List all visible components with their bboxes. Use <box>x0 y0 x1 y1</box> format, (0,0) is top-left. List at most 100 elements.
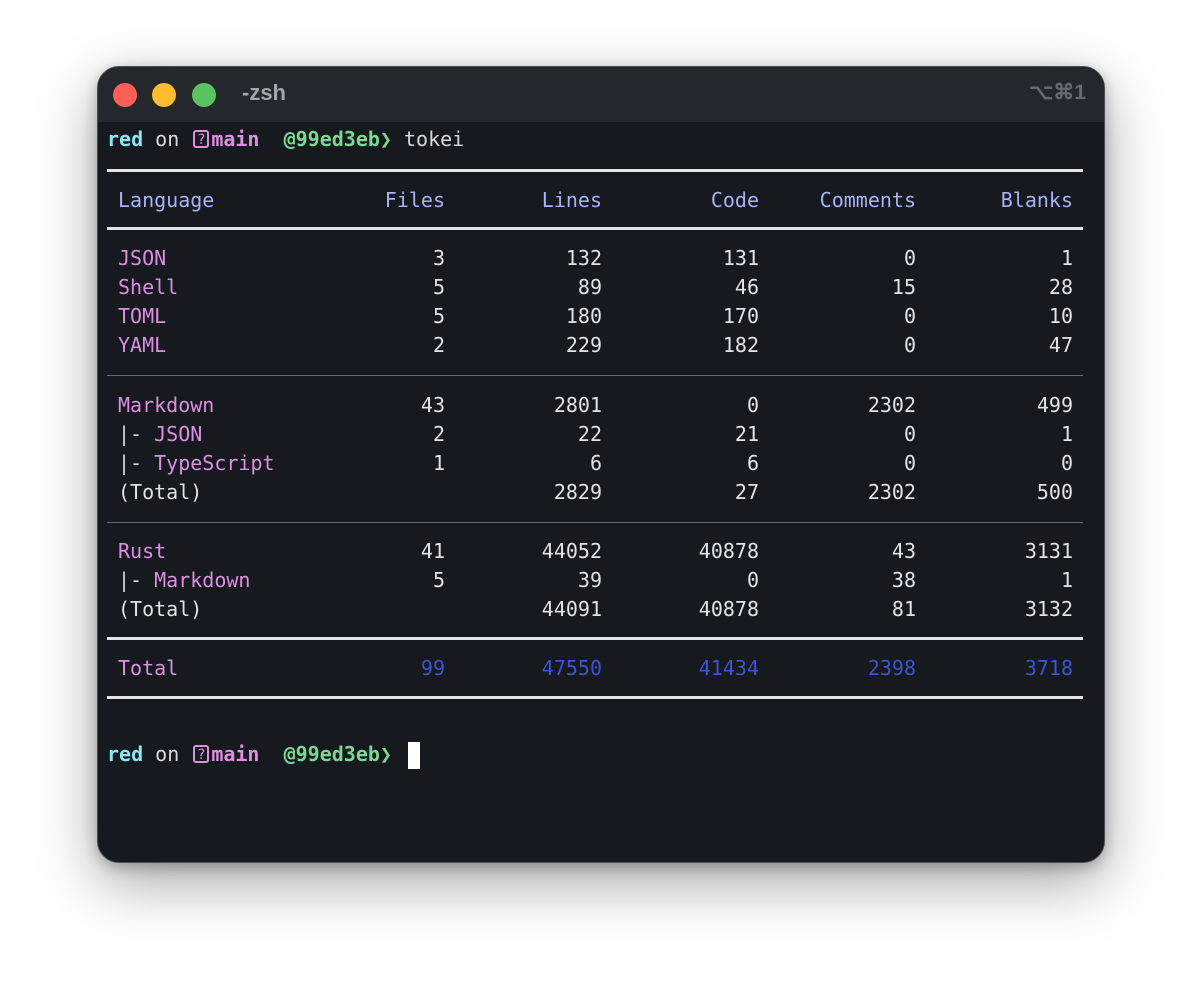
files-value: 2 <box>432 333 445 357</box>
code-value: 40878 <box>698 539 759 563</box>
lines-value: 229 <box>565 333 602 357</box>
language-name: TOML <box>118 304 167 328</box>
group-divider <box>107 375 1083 376</box>
question-box-icon: ? <box>193 129 210 148</box>
total-label: Total <box>118 656 179 680</box>
lines-value: 22 <box>577 422 602 446</box>
table-row: |- Markdown 5 39 0 38 1 <box>98 566 1104 595</box>
lines-value: 2829 <box>553 480 602 504</box>
minimize-window-button[interactable] <box>152 83 176 107</box>
table-row: |- JSON 2 22 21 0 1 <box>98 420 1104 449</box>
table-row: Rust 41 44052 40878 43 3131 <box>98 537 1104 566</box>
total-lines: 47550 <box>541 656 602 680</box>
header-bottom-rule <box>107 227 1083 230</box>
comments-value: 15 <box>891 275 916 299</box>
blanks-value: 1 <box>1060 568 1073 592</box>
blanks-value: 0 <box>1060 451 1073 475</box>
language-cell: Rust <box>118 537 166 566</box>
prompt-arrow-icon: ❯ <box>379 127 392 151</box>
comments-value: 2302 <box>867 480 916 504</box>
table-bottom-rule <box>107 696 1083 699</box>
table-row: JSON 3 132 131 0 1 <box>98 244 1104 273</box>
comments-value: 0 <box>903 422 916 446</box>
files-value: 1 <box>432 451 445 475</box>
prompt-hash: @99ed3eb <box>283 127 380 151</box>
code-value: 27 <box>734 480 759 504</box>
total-blanks: 3718 <box>1024 656 1073 680</box>
window-title: -zsh <box>242 80 286 105</box>
files-value: 5 <box>432 275 445 299</box>
language-cell: |- JSON <box>118 420 202 449</box>
zoom-window-button[interactable] <box>192 83 216 107</box>
code-value: 21 <box>734 422 759 446</box>
code-value: 46 <box>734 275 759 299</box>
code-value: 0 <box>746 568 759 592</box>
table-top-rule <box>107 169 1083 172</box>
prompt-line: red on ? main @99ed3eb❯ tokei <box>107 124 464 154</box>
child-prefix: |- <box>118 451 155 475</box>
language-cell: Markdown <box>118 391 214 420</box>
prompt-arrow-icon: ❯ <box>379 742 392 766</box>
language-name: JSON <box>118 246 167 270</box>
total-top-rule <box>107 637 1083 640</box>
comments-value: 0 <box>903 333 916 357</box>
prompt-line[interactable]: red on ? main @99ed3eb❯ <box>107 739 420 769</box>
table-row: Shell 5 89 46 15 28 <box>98 273 1104 302</box>
terminal-content[interactable]: red on ? main @99ed3eb❯ tokei Language Fi… <box>98 122 1104 862</box>
code-value: 40878 <box>698 597 759 621</box>
table-row: YAML 2 229 182 0 47 <box>98 331 1104 360</box>
language-cell: |- TypeScript <box>118 449 275 478</box>
close-window-button[interactable] <box>113 83 137 107</box>
subtotal-label: (Total) <box>118 597 203 621</box>
files-value: 43 <box>420 393 445 417</box>
language-cell: |- Markdown <box>118 566 250 595</box>
subtotal-row: (Total) 44091 40878 81 3132 <box>98 595 1104 624</box>
language-name: TypeScript <box>154 451 275 475</box>
header-files: Files <box>384 188 445 212</box>
code-value: 0 <box>746 393 759 417</box>
comments-value: 0 <box>903 246 916 270</box>
comments-value: 0 <box>903 304 916 328</box>
blanks-value: 3132 <box>1024 597 1073 621</box>
language-name: YAML <box>118 333 167 357</box>
code-value: 6 <box>746 451 759 475</box>
blanks-value: 1 <box>1060 246 1073 270</box>
comments-value: 38 <box>891 568 916 592</box>
group-divider <box>107 522 1083 523</box>
question-box-icon: ? <box>193 744 210 763</box>
language-name: Markdown <box>118 393 215 417</box>
total-row: Total 99 47550 41434 2398 3718 <box>98 654 1104 683</box>
table-row: TOML 5 180 170 0 10 <box>98 302 1104 331</box>
title-bar: -zsh ⌥⌘1 <box>98 67 1104 122</box>
child-prefix: |- <box>118 422 155 446</box>
files-value: 41 <box>420 539 445 563</box>
comments-value: 2302 <box>867 393 916 417</box>
blanks-value: 3131 <box>1024 539 1073 563</box>
language-name: Shell <box>118 275 179 299</box>
window-shortcut: ⌥⌘1 <box>1029 81 1086 104</box>
total-files: 99 <box>420 656 445 680</box>
child-prefix: |- <box>118 568 155 592</box>
table-row: Markdown 43 2801 0 2302 499 <box>98 391 1104 420</box>
blanks-value: 47 <box>1048 333 1073 357</box>
lines-value: 2801 <box>553 393 602 417</box>
prompt-on: on <box>155 742 180 766</box>
subtotal-row: (Total) 2829 27 2302 500 <box>98 478 1104 507</box>
prompt-branch: main <box>211 127 260 151</box>
language-name: JSON <box>154 422 203 446</box>
blanks-value: 499 <box>1036 393 1073 417</box>
header-comments: Comments <box>819 188 916 212</box>
total-comments: 2398 <box>867 656 916 680</box>
lines-value: 39 <box>577 568 602 592</box>
files-value: 5 <box>432 568 445 592</box>
blanks-value: 1 <box>1060 422 1073 446</box>
terminal-window: -zsh ⌥⌘1 red on ? main @99ed3eb❯ tokei La… <box>97 66 1105 863</box>
prompt-user: red <box>107 127 144 151</box>
subtotal-label: (Total) <box>118 480 203 504</box>
prompt-on: on <box>155 127 180 151</box>
files-value: 3 <box>432 246 445 270</box>
comments-value: 43 <box>891 539 916 563</box>
header-lines: Lines <box>541 188 602 212</box>
header-language: Language <box>118 188 215 212</box>
total-code: 41434 <box>698 656 759 680</box>
